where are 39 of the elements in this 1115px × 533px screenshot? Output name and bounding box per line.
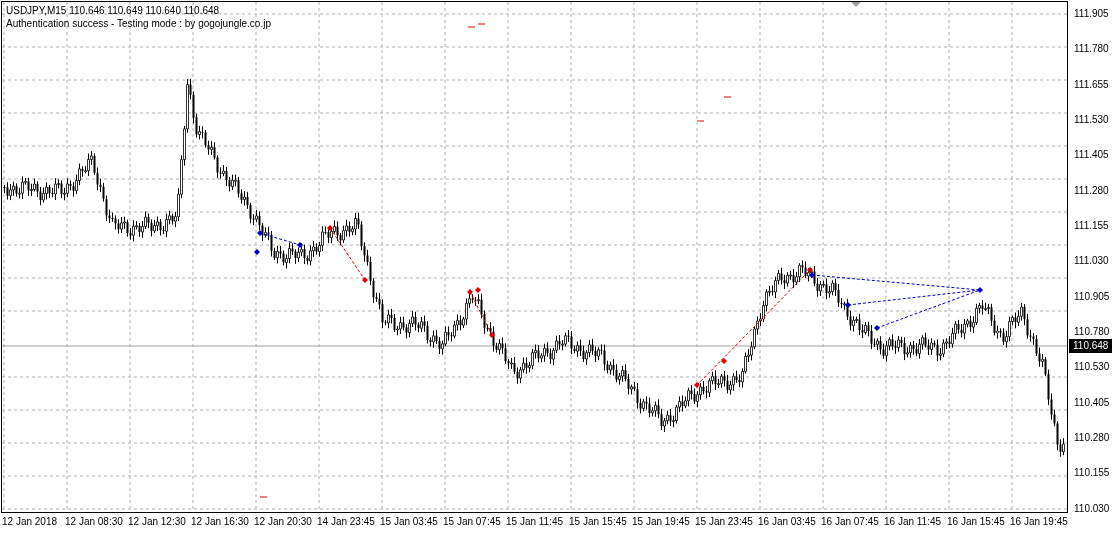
status-message: Authentication success - Testing mode : by gogojungle.co.jp xyxy=(6,18,271,29)
price-label: 110.155 xyxy=(1074,466,1111,481)
price-label: 111.905 xyxy=(1074,7,1110,21)
price-label: 111.405 xyxy=(1074,148,1110,163)
price-label: 110.905 xyxy=(1074,289,1111,304)
time-label: 15 Jan 23:45 xyxy=(695,515,754,529)
time-label: 12 Jan 12:30 xyxy=(128,515,187,529)
level-mark xyxy=(723,96,732,98)
time-label: 12 Jan 16:30 xyxy=(191,515,250,529)
time-label: 12 Jan 20:30 xyxy=(254,515,313,529)
level-mark xyxy=(259,496,268,498)
price-label: 111.780 xyxy=(1074,42,1110,57)
time-label: 12 Jan 2018 xyxy=(2,515,59,529)
price-label: 110.780 xyxy=(1074,325,1111,340)
price-label: 111.280 xyxy=(1074,183,1110,198)
chart-shift-icon[interactable] xyxy=(851,2,861,7)
time-label: 16 Jan 11:45 xyxy=(884,515,943,529)
price-label: 110.280 xyxy=(1074,431,1111,446)
time-label: 16 Jan 07:45 xyxy=(821,515,880,529)
price-label: 111.155 xyxy=(1074,219,1110,234)
level-mark xyxy=(696,120,705,122)
time-label: 15 Jan 11:45 xyxy=(506,515,565,529)
time-label: 15 Jan 07:45 xyxy=(443,515,502,529)
symbol-info: USDJPY,M15 110.646 110.649 110.640 110.648 xyxy=(6,5,221,16)
price-label: 111.030 xyxy=(1074,254,1110,269)
time-label: 15 Jan 19:45 xyxy=(632,515,691,529)
price-label: 111.655 xyxy=(1074,77,1110,92)
time-label: 12 Jan 08:30 xyxy=(65,515,124,529)
price-label: 110.405 xyxy=(1074,395,1111,410)
time-label: 16 Jan 03:45 xyxy=(758,515,817,529)
time-label: 16 Jan 15:45 xyxy=(947,515,1006,529)
time-label: 15 Jan 15:45 xyxy=(569,515,628,529)
time-label: 16 Jan 19:45 xyxy=(1010,515,1069,529)
price-label: 110.030 xyxy=(1074,501,1111,516)
current-price-label: 110.648 xyxy=(1069,339,1113,353)
price-label: 111.530 xyxy=(1074,113,1110,128)
time-label: 14 Jan 23:45 xyxy=(317,515,376,529)
time-label: 15 Jan 03:45 xyxy=(380,515,439,529)
price-label: 110.530 xyxy=(1074,360,1111,375)
